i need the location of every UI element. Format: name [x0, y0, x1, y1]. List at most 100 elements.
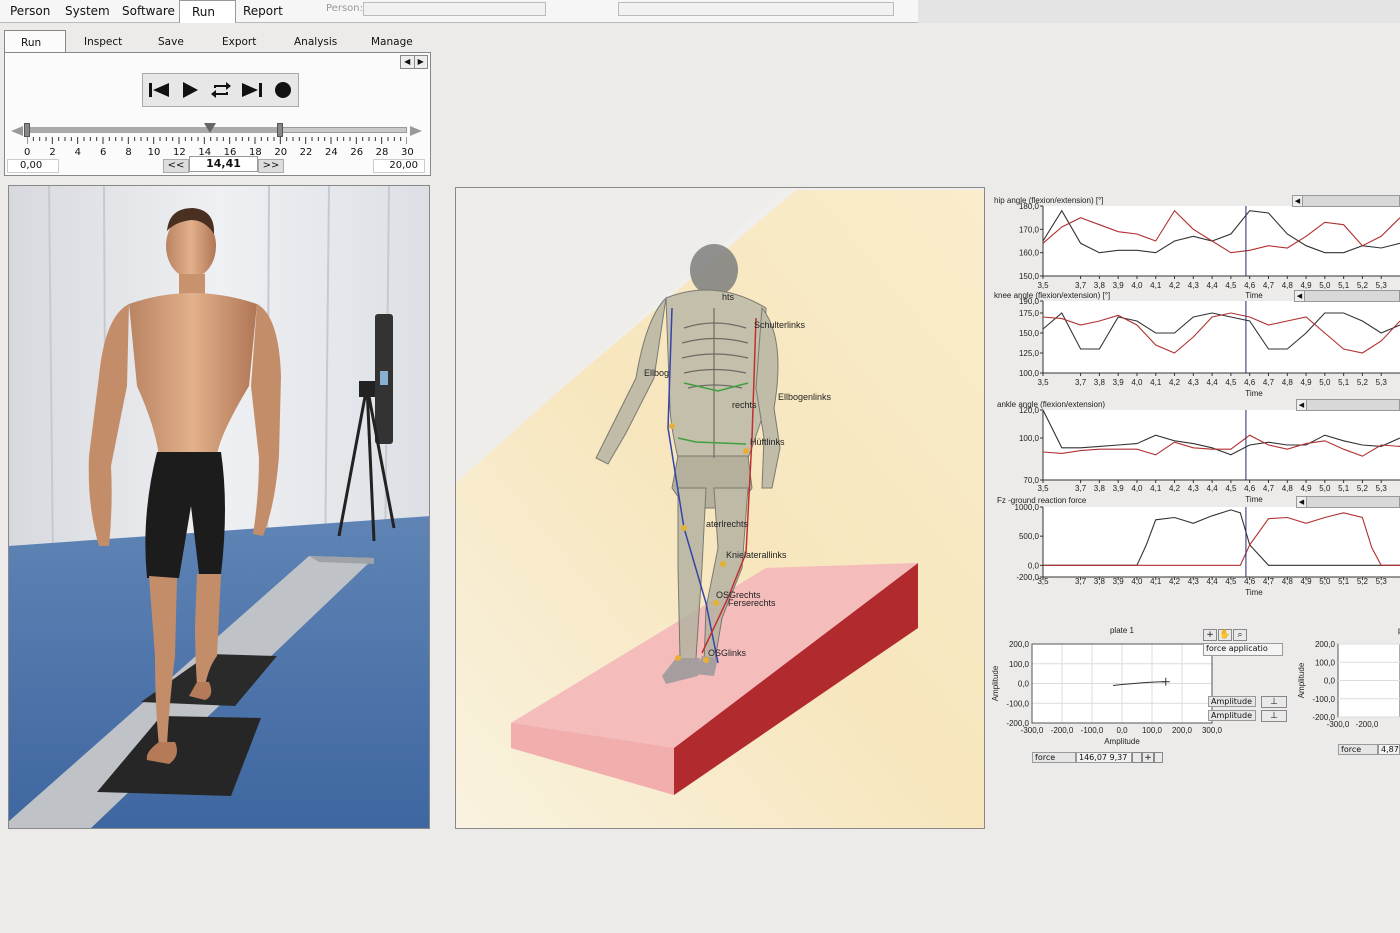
tab-analysis[interactable]: Analysis — [294, 36, 337, 48]
y-tick-label: 1000,0 — [1015, 503, 1040, 512]
person-info-field[interactable] — [618, 2, 894, 16]
axis-format-button[interactable]: ⊥ — [1261, 696, 1287, 708]
chart-title: ankle angle (flexion/extension) — [997, 400, 1105, 409]
cursor-readout-value-2[interactable]: 4,87 — [1378, 744, 1400, 755]
crosshair-icon[interactable]: + — [1142, 752, 1154, 763]
menu-report[interactable]: Report — [243, 4, 283, 18]
magnifier-icon[interactable]: ⌕ — [1233, 629, 1247, 641]
loop-icon[interactable] — [207, 76, 235, 104]
x-tick-label: 4,0 — [1131, 577, 1143, 586]
menu-software[interactable]: Software — [122, 4, 175, 18]
tab-export[interactable]: Export — [222, 36, 256, 48]
slider-left-arrow-icon[interactable] — [11, 126, 23, 136]
y-tick-label: -100,0 — [1006, 699, 1029, 708]
current-time-field[interactable]: 14,41 — [189, 156, 258, 172]
x-tick-label: 5,1 — [1338, 378, 1350, 387]
slider-tick-label: 30 — [401, 147, 414, 158]
x-tick-label: 5,2 — [1357, 484, 1369, 493]
skip-start-icon[interactable] — [145, 76, 173, 104]
x-tick-label: 200,0 — [1172, 726, 1193, 735]
x-tick-label: 5,1 — [1338, 577, 1350, 586]
chart-scroll-force[interactable]: ◀ — [1296, 496, 1400, 508]
x-tick-label: 4,9 — [1300, 577, 1312, 586]
menu-system[interactable]: System — [65, 4, 110, 18]
time-cursor-handle[interactable] — [203, 123, 216, 133]
scroll-left-icon[interactable]: ◀ — [1297, 497, 1307, 507]
scroll-right-icon[interactable]: ▶ — [413, 56, 428, 68]
y-tick-label: 175,0 — [1019, 309, 1040, 318]
scroll-left-icon[interactable]: ◀ — [1295, 291, 1305, 301]
panel-scroll-arrows[interactable]: ◀ ▶ — [400, 55, 428, 69]
chart-title: Fz -ground reaction force — [997, 496, 1087, 505]
range-end-handle[interactable] — [277, 123, 284, 137]
x-tick-label: 4,7 — [1263, 577, 1275, 586]
hand-pan-icon[interactable]: ✋ — [1218, 629, 1232, 641]
x-tick-label: 4,9 — [1300, 378, 1312, 387]
chart-scroll-ankle[interactable]: ◀ — [1296, 399, 1400, 411]
zoom-plus-icon[interactable]: + — [1203, 629, 1217, 641]
transport-controls — [142, 73, 299, 107]
marker-label: Ellbog — [644, 368, 669, 378]
x-tick-label: -300,0 — [1327, 720, 1350, 729]
readout-toggle[interactable] — [1132, 752, 1142, 763]
cursor-readout-label-2: force — [1338, 744, 1378, 755]
y-tick-label: 150,0 — [1019, 329, 1040, 338]
scroll-left-icon[interactable]: ◀ — [1293, 196, 1303, 206]
legend-force-application[interactable]: force applicatio — [1203, 643, 1283, 656]
tab-manage[interactable]: Manage — [371, 36, 413, 48]
x-tick-label: 5,2 — [1357, 378, 1369, 387]
y-tick-label: -200,0 — [1006, 719, 1029, 728]
step-forward-button[interactable]: >> — [258, 159, 284, 173]
readout-menu[interactable] — [1154, 752, 1163, 763]
x-tick-label: 3,5 — [1037, 577, 1049, 586]
y-tick-label: 150,0 — [1019, 272, 1040, 281]
x-tick-label: 3,5 — [1037, 281, 1049, 290]
y-tick-label: 500,0 — [1019, 532, 1040, 541]
tab-save[interactable]: Save — [158, 36, 184, 48]
x-tick-label: 5,0 — [1319, 484, 1331, 493]
scroll-left-icon[interactable]: ◀ — [401, 56, 414, 68]
x-axis-label: Time — [1245, 291, 1263, 300]
record-icon[interactable] — [269, 76, 297, 104]
x-tick-label: 4,4 — [1207, 378, 1219, 387]
tab-inspect[interactable]: Inspect — [84, 36, 122, 48]
y-axis-label: Amplitude — [1297, 662, 1306, 698]
marker-label: rechts — [732, 400, 757, 410]
x-tick-label: 4,8 — [1282, 378, 1294, 387]
x-axis-label: Time — [1245, 588, 1263, 597]
slider-tick-label: 22 — [299, 147, 313, 158]
y-tick-label: 0,0 — [1018, 680, 1030, 689]
marker-label: Hüftlinks — [750, 437, 785, 447]
playback-panel: ◀ ▶ 0 2 4 6 8 10 12 14 16 18 20 22 24 26 28 30 0,00 << … — [4, 52, 431, 176]
menu-run[interactable]: Run — [179, 0, 236, 23]
athlete-photo — [9, 186, 429, 828]
force-plate-panel: plate 1 -300,0 -200,0 -100,0 0,0 100,0 200,0 30… — [986, 620, 1400, 780]
top-menu-bar: Person System Software Run Report Person… — [0, 0, 918, 23]
step-back-button[interactable]: << — [163, 159, 189, 173]
slider-tick-label: 24 — [325, 147, 338, 158]
skip-end-icon[interactable] — [238, 76, 266, 104]
y-tick-label: 125,0 — [1019, 349, 1040, 358]
3d-model-view[interactable]: hts Schulterlinks Ellbog Ellbogenlinks r… — [455, 187, 985, 829]
amplitude-field-1[interactable]: Amplitude — [1208, 696, 1256, 707]
scroll-left-icon[interactable]: ◀ — [1297, 400, 1307, 410]
cursor-readout-value[interactable]: 146,07 9,37 — [1076, 752, 1132, 763]
menu-person[interactable]: Person — [10, 4, 50, 18]
person-field[interactable] — [363, 2, 546, 16]
range-start-handle[interactable] — [24, 123, 30, 137]
y-tick-label: -200,0 — [1016, 573, 1039, 582]
tab-run[interactable]: Run — [4, 30, 66, 53]
range-end-field[interactable]: 20,00 — [373, 159, 425, 173]
time-slider-range — [27, 127, 281, 133]
slider-right-arrow-icon[interactable] — [410, 126, 422, 136]
axis-format-button[interactable]: ⊥ — [1261, 710, 1287, 722]
x-tick-label: 5,3 — [1376, 378, 1388, 387]
range-start-field[interactable]: 0,00 — [7, 159, 59, 173]
amplitude-field-2[interactable]: Amplitude — [1208, 710, 1256, 721]
x-tick-label: 4,4 — [1207, 577, 1219, 586]
y-tick-label: 100,0 — [1009, 660, 1030, 669]
skeleton-scene: hts Schulterlinks Ellbog Ellbogenlinks r… — [456, 188, 984, 828]
play-icon[interactable] — [176, 76, 204, 104]
chart-scroll-knee[interactable]: ◀ — [1294, 290, 1400, 302]
chart-scroll-hip[interactable]: ◀ — [1292, 195, 1400, 207]
